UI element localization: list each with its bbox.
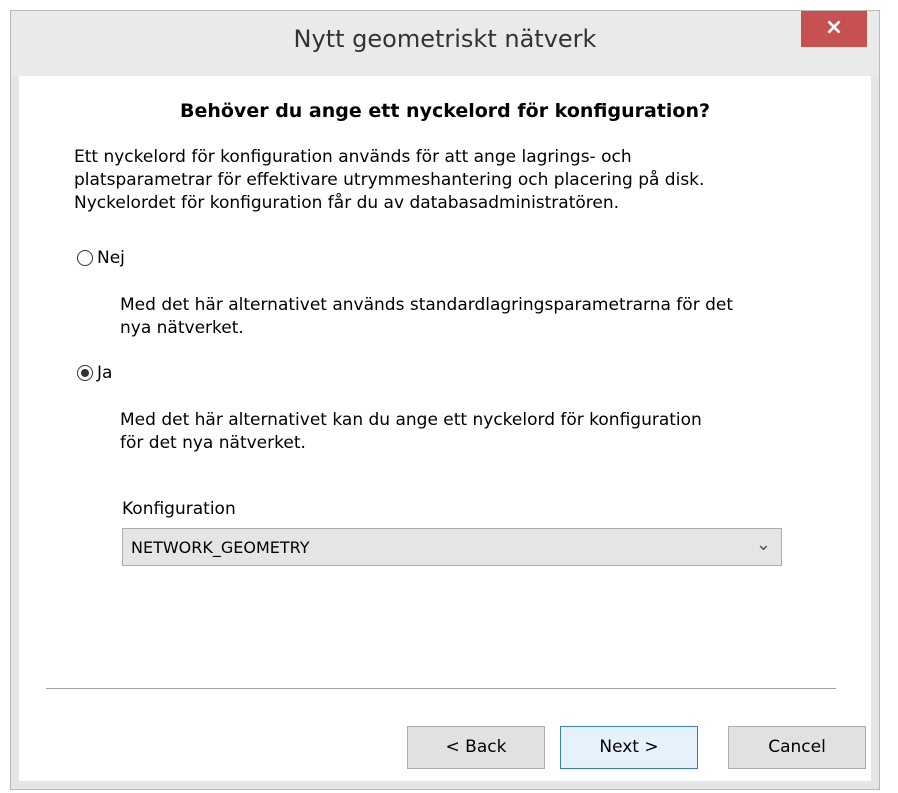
radio-label-ja[interactable]: Ja <box>97 363 112 383</box>
page-heading: Behöver du ange ett nyckelord för konfig… <box>179 100 710 122</box>
window-title: Nytt geometriskt nätverk <box>293 25 597 53</box>
title-bar: Nytt geometriskt nätverk × <box>11 11 879 76</box>
close-button[interactable]: × <box>801 11 867 47</box>
separator-line <box>46 688 836 689</box>
close-icon: × <box>824 15 844 40</box>
configuration-label: Konfiguration <box>122 499 236 519</box>
intro-line: Ett nyckelord för konfiguration används … <box>74 147 632 167</box>
back-button[interactable]: < Back <box>407 726 545 769</box>
radio-label-nej[interactable]: Nej <box>97 248 125 268</box>
description-line: för det nya nätverket. <box>120 433 306 453</box>
radio-checked-icon[interactable] <box>77 365 93 381</box>
chevron-down-icon[interactable]: ⌄ <box>756 534 771 555</box>
intro-text: Ett nyckelord för konfiguration används … <box>74 146 834 215</box>
option-description-ja: Med det här alternativet kan du ange ett… <box>120 409 702 455</box>
dialog-window: Nytt geometriskt nätverk × Behöver du an… <box>10 10 880 790</box>
cancel-button[interactable]: Cancel <box>728 726 866 769</box>
configuration-dropdown[interactable]: NETWORK_GEOMETRY ⌄ <box>122 528 782 566</box>
description-line: Med det här alternativet kan du ange ett… <box>120 410 702 430</box>
description-line: Med det här alternativet används standar… <box>120 295 734 315</box>
intro-line: platsparametrar för effektivare utrymmes… <box>74 170 705 190</box>
radio-option-ja[interactable]: Ja <box>77 363 112 383</box>
description-line: nya nätverket. <box>120 318 244 338</box>
option-description-nej: Med det här alternativet används standar… <box>120 294 733 340</box>
dialog-content: Behöver du ange ett nyckelord för konfig… <box>19 76 871 781</box>
intro-line: Nyckelordet för konfiguration får du av … <box>74 193 620 213</box>
next-button[interactable]: Next > <box>560 726 698 769</box>
radio-unchecked-icon[interactable] <box>77 250 93 266</box>
radio-option-nej[interactable]: Nej <box>77 248 125 268</box>
configuration-value: NETWORK_GEOMETRY <box>131 538 310 557</box>
